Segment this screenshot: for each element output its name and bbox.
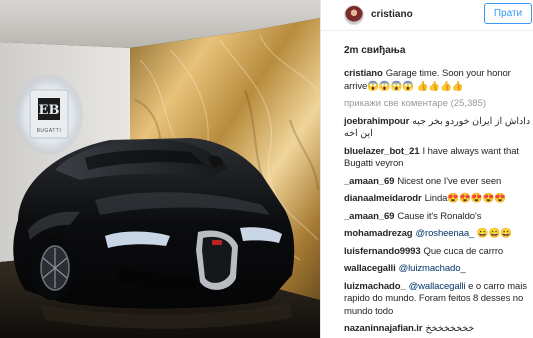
comment-username[interactable]: _amaan_69 — [344, 211, 394, 222]
comment-username[interactable]: joebrahimpour — [344, 116, 409, 127]
eb-logo-icon: EB — [38, 98, 60, 120]
car-silhouette — [13, 138, 295, 329]
follow-button[interactable]: Прати — [484, 3, 532, 24]
svg-text:EB: EB — [39, 103, 60, 118]
comment-item: _amaan_69 Nicest one I've ever seen — [344, 176, 533, 189]
post-username[interactable]: cristiano — [371, 9, 413, 20]
comment-text: Cause it's Ronaldo's — [397, 210, 482, 222]
comment-item: luizmachado_ @wallacegalli e o carro mais… — [344, 281, 533, 319]
comment-item: bluelazer_bot_21 I have always want that … — [344, 146, 533, 171]
wall-badge-text: BUGATTI — [37, 128, 62, 134]
bugatti-garage-image: EB BUGATTI — [0, 0, 320, 338]
comment-text: Linda😍😍😍😍😍 — [424, 193, 506, 204]
avatar[interactable] — [344, 5, 364, 25]
comment-username[interactable]: wallacegalli — [344, 263, 396, 274]
comment-mention-link[interactable]: @luizmachado_ — [399, 263, 466, 274]
comment-username[interactable]: nazaninnajafian.ir — [344, 323, 423, 334]
comment-text: خخخخخخخخ — [425, 323, 475, 334]
comment-item: joebrahimpour داداش از ایران خوردو بخر جی… — [344, 116, 533, 141]
comment-item: luisfernando9993 Que cuca de carrro — [344, 246, 533, 259]
post-details-panel: cristiano Прати 2m свиђања cristiano Gara… — [320, 0, 533, 338]
comment-username[interactable]: bluelazer_bot_21 — [344, 146, 420, 157]
post-header: cristiano Прати — [321, 0, 533, 31]
comment-mention-link[interactable]: @rosheenaa_ — [416, 228, 475, 239]
comment-list: cristiano Garage time. Soon your honor ar… — [344, 68, 533, 338]
comment-text: Nicest one I've ever seen — [397, 175, 502, 187]
comment-username[interactable]: luizmachado_ — [344, 281, 406, 292]
likes-time-label[interactable]: 2m свиђања — [344, 45, 405, 56]
comment-text: Que cuca de carrro — [423, 245, 504, 257]
comment-username[interactable]: mohamadrezag — [344, 228, 413, 239]
view-all-comments-link[interactable]: прикажи све коментаре (25,385) — [344, 98, 533, 111]
caption: cristiano Garage time. Soon your honor ar… — [344, 68, 533, 93]
comment-username[interactable]: dianaalmeidarodr — [344, 193, 422, 204]
post-photo: EB BUGATTI — [0, 0, 320, 338]
comment-item: dianaalmeidarodr Linda😍😍😍😍😍 — [344, 193, 533, 206]
comment-item: mohamadrezag @rosheenaa_ 😀😀😀 — [344, 228, 533, 241]
comment-item: _amaan_69 Cause it's Ronaldo's — [344, 211, 533, 224]
comment-item: wallacegalli @luizmachado_ — [344, 263, 533, 276]
comment-text: 😀😀😀 — [474, 228, 512, 239]
comment-username[interactable]: luisfernando9993 — [344, 246, 421, 257]
comment-username[interactable]: _amaan_69 — [344, 176, 394, 187]
comment-mention-link[interactable]: @wallacegalli — [409, 281, 466, 292]
comment-item: nazaninnajafian.ir خخخخخخخخ — [344, 323, 533, 336]
comment-username[interactable]: cristiano — [344, 68, 383, 79]
